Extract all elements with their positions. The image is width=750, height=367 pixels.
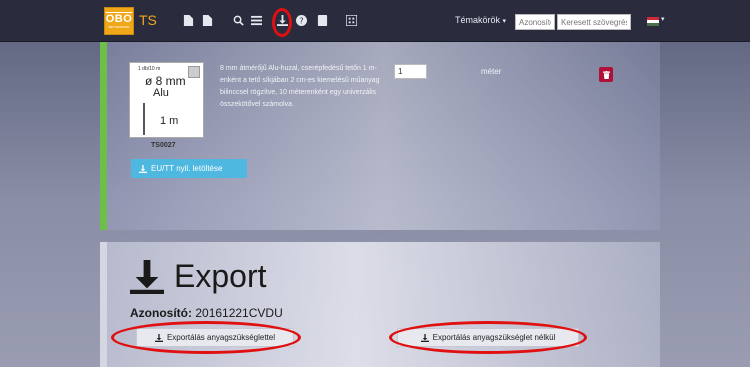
search-icon[interactable]: [231, 13, 245, 27]
search-input[interactable]: [557, 14, 631, 30]
brand-label[interactable]: TS: [139, 12, 157, 28]
book-icon[interactable]: [315, 13, 329, 27]
list-icon[interactable]: [249, 13, 263, 27]
eu-download-button[interactable]: EU/TT nyil. letöltése: [131, 159, 247, 178]
download-icon: [139, 164, 147, 173]
help-icon[interactable]: ?: [294, 13, 308, 27]
resize-icon[interactable]: [188, 66, 200, 78]
rod-graphic: [143, 103, 145, 135]
delete-button[interactable]: [599, 67, 613, 82]
trash-icon: [602, 70, 610, 79]
calculator-icon[interactable]: [344, 13, 358, 27]
unit-label: méter: [481, 67, 502, 76]
highlight-ellipse-without: [389, 321, 587, 354]
quantity-input[interactable]: [394, 64, 427, 79]
highlight-ellipse-with: [111, 321, 301, 354]
product-code: TS0027: [151, 142, 176, 149]
file-export-icon[interactable]: [200, 13, 214, 27]
export-id: Azonosító: 20161221CVDU: [130, 306, 283, 320]
download-highlight-ring: [272, 8, 292, 37]
export-heading: Export: [130, 258, 266, 295]
product-description: 8 mm átmérőjű Alu-huzal, cserépfedésű te…: [220, 65, 380, 108]
file-icon[interactable]: [181, 13, 195, 27]
hungarian-flag-icon[interactable]: [647, 17, 659, 26]
caret-down-icon[interactable]: ▾: [661, 15, 665, 23]
product-image-card: 1 db/10 m ø 8 mm Alu 1 m: [129, 62, 204, 138]
svg-text:?: ?: [299, 15, 303, 25]
id-input[interactable]: [515, 14, 555, 30]
top-navbar: OBO BETTERMANN TS ? Témakörök ▾ ▾: [0, 0, 750, 42]
caret-down-icon: ▾: [502, 18, 507, 25]
obo-logo[interactable]: OBO BETTERMANN: [104, 7, 134, 35]
download-icon: [130, 259, 164, 294]
topics-dropdown[interactable]: Témakörök ▾: [455, 15, 506, 25]
